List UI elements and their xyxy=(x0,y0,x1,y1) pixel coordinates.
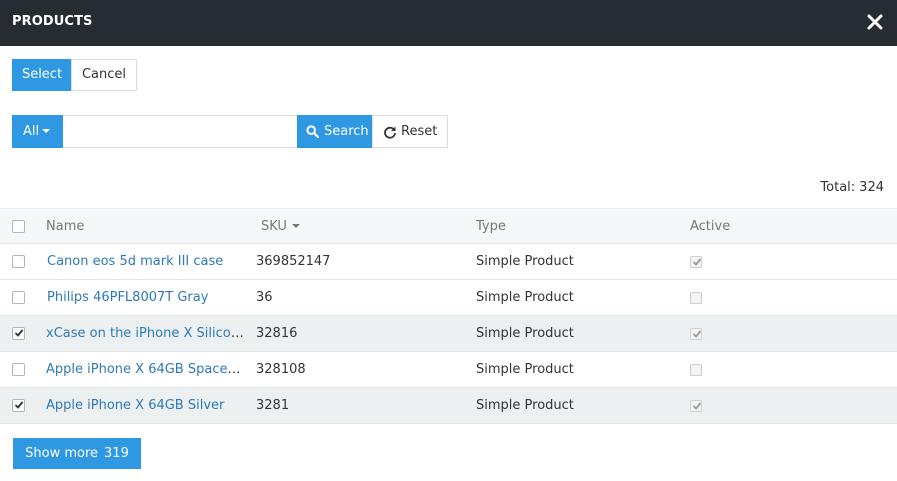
product-type: Simple Product xyxy=(476,290,574,305)
table-row[interactable]: Philips 46PFL8007T Gray 36 Simple Produc… xyxy=(0,280,897,316)
column-sku[interactable]: SKU xyxy=(261,209,461,244)
product-sku: 3281 xyxy=(256,398,290,413)
total-label: Total: xyxy=(820,180,856,195)
product-name-link[interactable]: Canon eos 5d mark III case xyxy=(47,244,245,279)
reset-button-label: Reset xyxy=(401,124,438,139)
select-all-checkbox[interactable] xyxy=(12,220,25,233)
products-table: Name SKU Type Active Canon eos 5d mark I… xyxy=(0,208,897,424)
check-icon xyxy=(692,258,702,266)
product-name-link[interactable]: Apple iPhone X 64GB Silver xyxy=(46,388,244,423)
column-sku-label: SKU xyxy=(261,219,287,234)
table-row[interactable]: Apple iPhone X 64GB Silver 3281 Simple P… xyxy=(0,388,897,424)
active-checkbox xyxy=(690,292,702,304)
sort-desc-icon xyxy=(291,223,300,228)
check-icon xyxy=(14,329,24,337)
product-name-link[interactable]: Apple iPhone X 64GB Space Gray xyxy=(46,352,244,387)
row-checkbox[interactable] xyxy=(12,399,25,412)
total-count: Total: 324 xyxy=(820,180,884,195)
search-scope-dropdown[interactable]: All xyxy=(12,115,63,148)
product-sku: 32816 xyxy=(256,326,298,341)
row-checkbox[interactable] xyxy=(12,363,25,376)
search-input[interactable] xyxy=(63,115,297,148)
product-type: Simple Product xyxy=(476,398,574,413)
product-name-link[interactable]: xCase on the iPhone X Silicone xyxy=(46,316,244,351)
show-more-count: 319 xyxy=(104,446,129,461)
product-sku: 36 xyxy=(256,290,273,305)
dialog-title: PRODUCTS xyxy=(12,14,93,29)
table-row[interactable]: Canon eos 5d mark III case 369852147 Sim… xyxy=(0,244,897,280)
row-checkbox[interactable] xyxy=(12,327,25,340)
refresh-icon xyxy=(384,126,396,139)
search-button[interactable]: Search xyxy=(297,115,372,148)
total-value: 324 xyxy=(859,180,884,195)
search-scope-label: All xyxy=(23,124,40,139)
product-type: Simple Product xyxy=(476,326,574,341)
show-more-button[interactable]: Show more 319 xyxy=(13,438,141,469)
active-checkbox xyxy=(690,328,702,340)
column-name[interactable]: Name xyxy=(46,209,244,244)
select-button[interactable]: Select xyxy=(12,59,72,91)
dialog-header: PRODUCTS xyxy=(0,0,897,46)
product-type: Simple Product xyxy=(476,254,574,269)
check-icon xyxy=(692,402,702,410)
active-checkbox xyxy=(690,364,702,376)
close-icon[interactable] xyxy=(865,12,885,32)
search-button-label: Search xyxy=(324,124,369,139)
product-sku: 328108 xyxy=(256,362,306,377)
table-row[interactable]: Apple iPhone X 64GB Space Gray 328108 Si… xyxy=(0,352,897,388)
active-checkbox xyxy=(690,400,702,412)
cancel-button[interactable]: Cancel xyxy=(71,59,137,91)
product-sku: 369852147 xyxy=(256,254,331,269)
active-checkbox xyxy=(690,256,702,268)
reset-button[interactable]: Reset xyxy=(372,115,448,148)
table-header: Name SKU Type Active xyxy=(0,208,897,244)
show-more-label: Show more xyxy=(25,446,99,461)
check-icon xyxy=(692,330,702,338)
row-checkbox[interactable] xyxy=(12,291,25,304)
table-row[interactable]: xCase on the iPhone X Silicone 32816 Sim… xyxy=(0,316,897,352)
caret-down-icon xyxy=(42,128,51,133)
search-icon xyxy=(306,125,319,138)
product-name-link[interactable]: Philips 46PFL8007T Gray xyxy=(47,280,245,315)
row-checkbox[interactable] xyxy=(12,255,25,268)
column-active[interactable]: Active xyxy=(690,209,790,244)
product-type: Simple Product xyxy=(476,362,574,377)
check-icon xyxy=(14,401,24,409)
column-type[interactable]: Type xyxy=(476,209,676,244)
